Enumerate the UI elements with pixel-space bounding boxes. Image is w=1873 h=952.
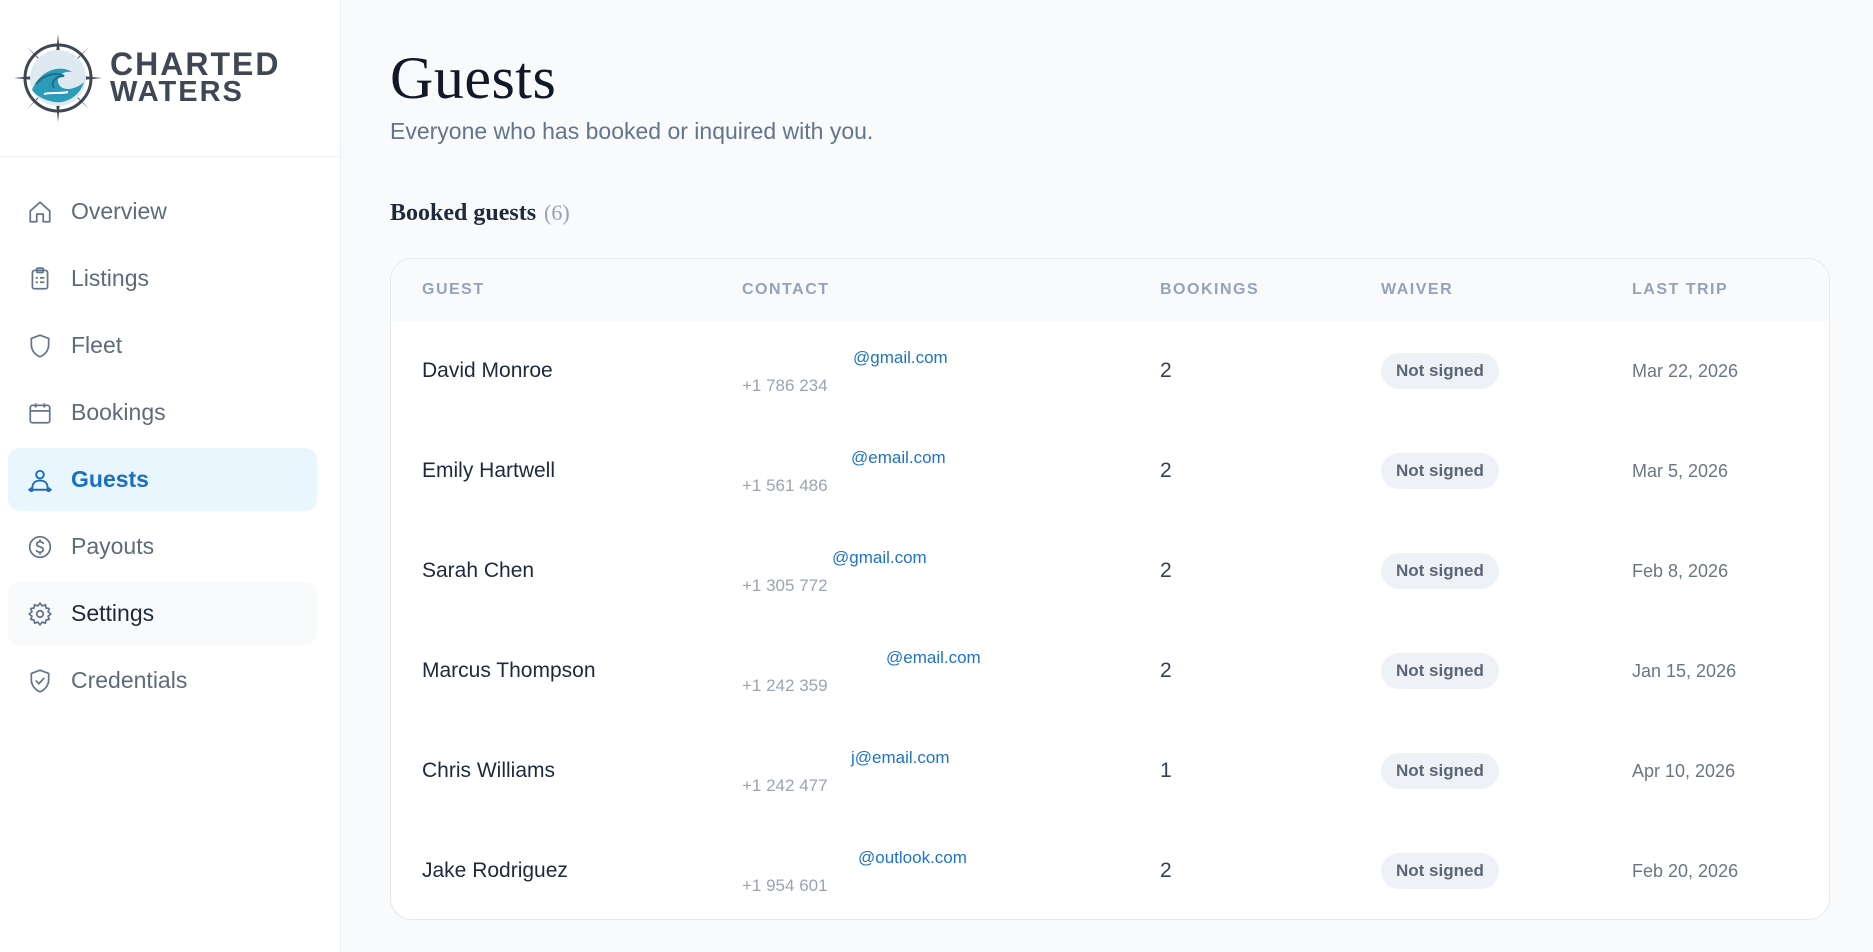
- guest-phone: +1 954 601: [742, 876, 828, 895]
- waiver-status-badge: Not signed: [1381, 353, 1499, 389]
- sidebar-item-label: Settings: [71, 600, 155, 626]
- column-header-contact: CONTACT: [742, 281, 830, 298]
- table-row[interactable]: Sarah Chen @gmail.com +1 305 772 2 Not s…: [391, 521, 1829, 621]
- column-header-bookings: BOOKINGS: [1160, 281, 1260, 298]
- table-header: GUEST CONTACT BOOKINGS WAIVER LAST TRIP: [391, 259, 1829, 321]
- guest-phone: +1 561 486: [742, 476, 828, 495]
- section-title-text: Booked guests: [390, 200, 537, 226]
- guest-phone: +1 305 772: [742, 576, 828, 595]
- guest-email-link[interactable]: @email.com: [851, 448, 946, 468]
- guest-email-link[interactable]: @email.com: [886, 648, 981, 668]
- last-trip-date: Jan 15, 2026: [1632, 661, 1737, 681]
- column-header-last-trip: LAST TRIP: [1632, 281, 1729, 298]
- calendar-icon: [26, 399, 54, 427]
- guest-name: Emily Hartwell: [422, 459, 556, 482]
- guest-email-link[interactable]: j@email.com: [851, 748, 950, 768]
- table-row[interactable]: Jake Rodriguez @outlook.com +1 954 601 2…: [391, 821, 1829, 919]
- brand-line-2: WATERS: [110, 76, 244, 108]
- section-title: Booked guests (6): [390, 200, 570, 227]
- guest-bookings-count: 2: [1160, 659, 1172, 682]
- last-trip-date: Apr 10, 2026: [1632, 761, 1736, 781]
- last-trip-date: Mar 22, 2026: [1632, 361, 1739, 381]
- sidebar-item-label: Bookings: [71, 399, 166, 425]
- table-row[interactable]: David Monroe @gmail.com +1 786 234 2 Not…: [391, 321, 1829, 421]
- sidebar-item-overview[interactable]: Overview: [8, 180, 317, 243]
- brand-name: CHARTED WATERS: [110, 46, 281, 108]
- guest-name: David Monroe: [422, 359, 553, 382]
- waiver-status-badge: Not signed: [1381, 753, 1499, 789]
- table-row[interactable]: Marcus Thompson @email.com +1 242 359 2 …: [391, 621, 1829, 721]
- sidebar-item-fleet[interactable]: Fleet: [8, 314, 317, 377]
- sidebar-item-label: Guests: [71, 466, 149, 492]
- logo[interactable]: CHARTED WATERS: [0, 0, 340, 157]
- sidebar: CHARTED WATERS Overview Listings Fleet B…: [0, 0, 341, 952]
- guests-icon: [26, 466, 54, 494]
- guest-email-link[interactable]: @gmail.com: [832, 548, 927, 568]
- clipboard-icon: [26, 265, 54, 293]
- sidebar-item-label: Credentials: [71, 667, 188, 693]
- home-icon: [26, 198, 54, 226]
- last-trip-date: Mar 5, 2026: [1632, 461, 1729, 481]
- column-header-waiver: WAIVER: [1381, 281, 1454, 298]
- table-row[interactable]: Emily Hartwell @email.com +1 561 486 2 N…: [391, 421, 1829, 521]
- guest-bookings-count: 2: [1160, 559, 1172, 582]
- guest-bookings-count: 1: [1160, 759, 1172, 782]
- guest-name: Jake Rodriguez: [422, 859, 568, 882]
- guest-name: Sarah Chen: [422, 559, 535, 582]
- guest-bookings-count: 2: [1160, 359, 1172, 382]
- guests-table: GUEST CONTACT BOOKINGS WAIVER LAST TRIP …: [390, 258, 1830, 920]
- sidebar-item-label: Overview: [71, 198, 167, 224]
- guest-email-link[interactable]: @outlook.com: [858, 848, 967, 868]
- waiver-status-badge: Not signed: [1381, 653, 1499, 689]
- gear-icon: [26, 600, 54, 628]
- sidebar-item-bookings[interactable]: Bookings: [8, 381, 317, 444]
- guest-count: (6): [544, 200, 570, 225]
- sidebar-item-credentials[interactable]: Credentials: [8, 649, 317, 712]
- dollar-circle-icon: [26, 533, 54, 561]
- shield-icon: [26, 332, 54, 360]
- brand-line-1: CHARTED: [110, 46, 281, 82]
- sidebar-item-label: Fleet: [71, 332, 123, 358]
- sidebar-item-listings[interactable]: Listings: [8, 247, 317, 310]
- column-header-guest: GUEST: [422, 281, 485, 298]
- guest-name: Marcus Thompson: [422, 659, 596, 682]
- guest-phone: +1 242 359: [742, 676, 828, 695]
- guest-name: Chris Williams: [422, 759, 555, 782]
- table-row[interactable]: Chris Williams j@email.com +1 242 477 1 …: [391, 721, 1829, 821]
- waiver-status-badge: Not signed: [1381, 853, 1499, 889]
- sidebar-nav: Overview Listings Fleet Bookings Guests: [0, 180, 341, 716]
- guest-phone: +1 242 477: [742, 776, 828, 795]
- waiver-status-badge: Not signed: [1381, 453, 1499, 489]
- last-trip-date: Feb 20, 2026: [1632, 861, 1739, 881]
- compass-wave-logo-icon: [14, 34, 102, 122]
- sidebar-item-settings[interactable]: Settings: [8, 582, 317, 645]
- guest-email-link[interactable]: @gmail.com: [853, 348, 948, 368]
- shield-check-icon: [26, 667, 54, 695]
- guest-bookings-count: 2: [1160, 459, 1172, 482]
- sidebar-item-label: Payouts: [71, 533, 155, 559]
- waiver-status-badge: Not signed: [1381, 553, 1499, 589]
- sidebar-item-guests[interactable]: Guests: [8, 448, 317, 511]
- last-trip-date: Feb 8, 2026: [1632, 561, 1729, 581]
- page-title: Guests: [390, 45, 557, 111]
- sidebar-item-payouts[interactable]: Payouts: [8, 515, 317, 578]
- guest-bookings-count: 2: [1160, 859, 1172, 882]
- page-subtitle: Everyone who has booked or inquired with…: [390, 118, 874, 144]
- guest-phone: +1 786 234: [742, 376, 828, 395]
- sidebar-item-label: Listings: [71, 265, 149, 291]
